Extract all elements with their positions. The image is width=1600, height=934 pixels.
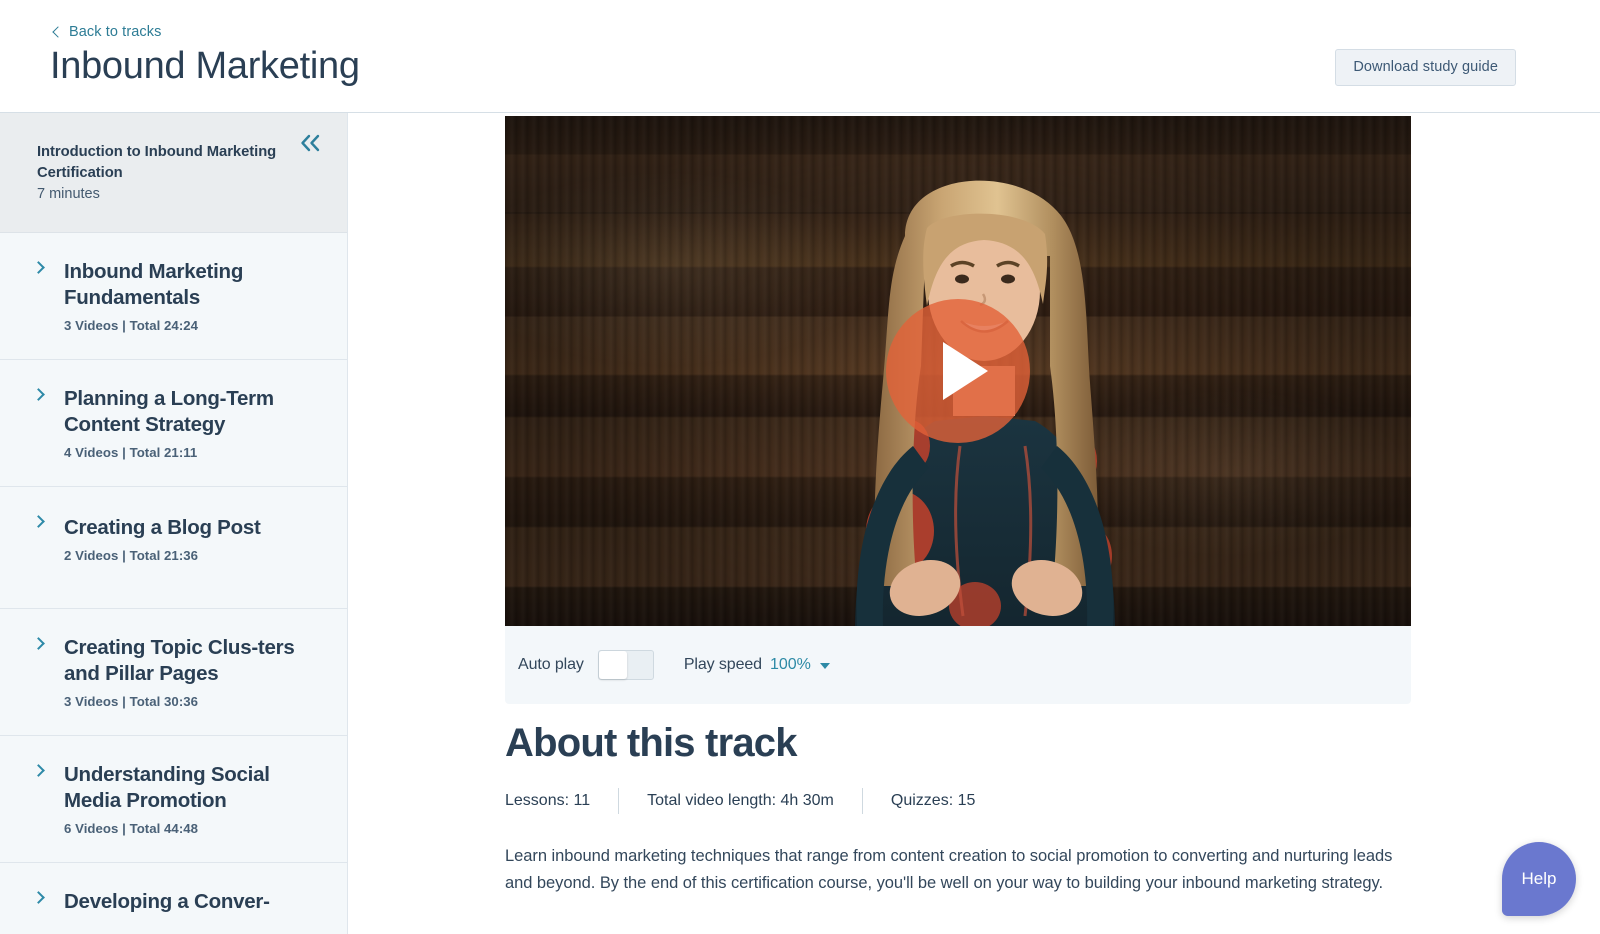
back-to-tracks-label: Back to tracks — [69, 24, 162, 40]
active-lesson-duration: 7 minutes — [37, 186, 100, 202]
play-button[interactable] — [886, 299, 1030, 443]
stat-lessons: Lessons: 11 — [505, 792, 591, 809]
page-title: Inbound Marketing — [50, 45, 360, 87]
play-triangle-icon — [942, 342, 988, 400]
sidebar-module-2[interactable]: Creating a Blog Post 2 Videos | Total 21… — [0, 487, 347, 609]
stat-quizzes: Quizzes: 15 — [890, 792, 976, 809]
module-meta: 3 Videos | Total 30:36 — [64, 694, 199, 709]
sidebar-module-5[interactable]: Developing a Conver- — [0, 863, 347, 934]
chevron-left-icon — [52, 26, 64, 38]
sidebar-active-lesson[interactable]: Introduction to Inbound Marketing Certif… — [0, 113, 347, 233]
stat-video-length: Total video length: 4h 30m — [647, 792, 834, 809]
chevron-down-icon — [819, 663, 830, 669]
module-meta: 4 Videos | Total 21:11 — [64, 445, 198, 460]
play-speed-label: Play speed — [683, 656, 762, 673]
chevron-right-icon — [32, 764, 45, 777]
module-title: Developing a Conver- — [64, 890, 270, 913]
stat-divider — [618, 788, 620, 814]
autoplay-label: Auto play — [518, 656, 584, 673]
track-stats: Lessons: 11 Total video length: 4h 30m Q… — [505, 788, 1411, 814]
track-description: Learn inbound marketing techniques that … — [505, 847, 1393, 892]
module-title: Planning a Long-Term Content Strategy — [64, 387, 274, 436]
download-study-guide-button[interactable]: Download study guide — [1335, 49, 1516, 86]
sidebar-module-1[interactable]: Planning a Long-Term Content Strategy 4 … — [0, 360, 347, 487]
chevron-right-icon — [32, 637, 45, 650]
collapse-sidebar-button[interactable] — [297, 130, 325, 156]
chevron-right-icon — [32, 891, 45, 904]
sidebar-module-4[interactable]: Understanding Social Media Promotion 6 V… — [0, 736, 347, 863]
play-speed-value: 100% — [769, 656, 811, 673]
double-chevron-left-icon — [301, 134, 320, 152]
active-lesson-title: Introduction to Inbound Marketing Certif… — [37, 144, 277, 181]
autoplay-toggle[interactable] — [597, 650, 654, 680]
module-title: Inbound Marketing Fundamentals — [64, 260, 244, 309]
chevron-right-icon — [32, 388, 45, 401]
module-title: Creating a Blog Post — [64, 516, 261, 539]
help-button[interactable]: Help — [1502, 842, 1576, 916]
stat-divider — [861, 788, 863, 814]
sidebar-module-0[interactable]: Inbound Marketing Fundamentals 3 Videos … — [0, 233, 347, 360]
chevron-right-icon — [32, 515, 45, 528]
page-header: Back to tracks Inbound Marketing Downloa… — [0, 0, 1600, 113]
module-meta: 3 Videos | Total 24:24 — [64, 318, 199, 333]
video-player: Auto play Play speed 100% — [505, 116, 1411, 704]
course-sidebar[interactable]: Introduction to Inbound Marketing Certif… — [0, 113, 348, 934]
video-thumbnail[interactable] — [505, 116, 1411, 626]
toggle-knob — [598, 651, 627, 679]
player-controls: Auto play Play speed 100% — [505, 626, 1411, 704]
module-title: Creating Topic Clus-­ters and Pillar Pag… — [64, 636, 295, 685]
module-meta: 6 Videos | Total 44:48 — [64, 821, 199, 836]
main-content: Auto play Play speed 100% About this tra… — [349, 114, 1600, 934]
module-title: Understanding Social Media Promotion — [64, 763, 270, 812]
about-track-section: About this track Lessons: 11 Total video… — [505, 720, 1411, 897]
back-to-tracks-link[interactable]: Back to tracks — [52, 24, 161, 40]
sidebar-module-3[interactable]: Creating Topic Clus-­ters and Pillar Pag… — [0, 609, 347, 736]
module-meta: 2 Videos | Total 21:36 — [64, 548, 199, 563]
chevron-right-icon — [32, 261, 45, 274]
about-heading: About this track — [505, 721, 797, 765]
play-speed-dropdown[interactable]: Play speed 100% — [684, 656, 830, 674]
